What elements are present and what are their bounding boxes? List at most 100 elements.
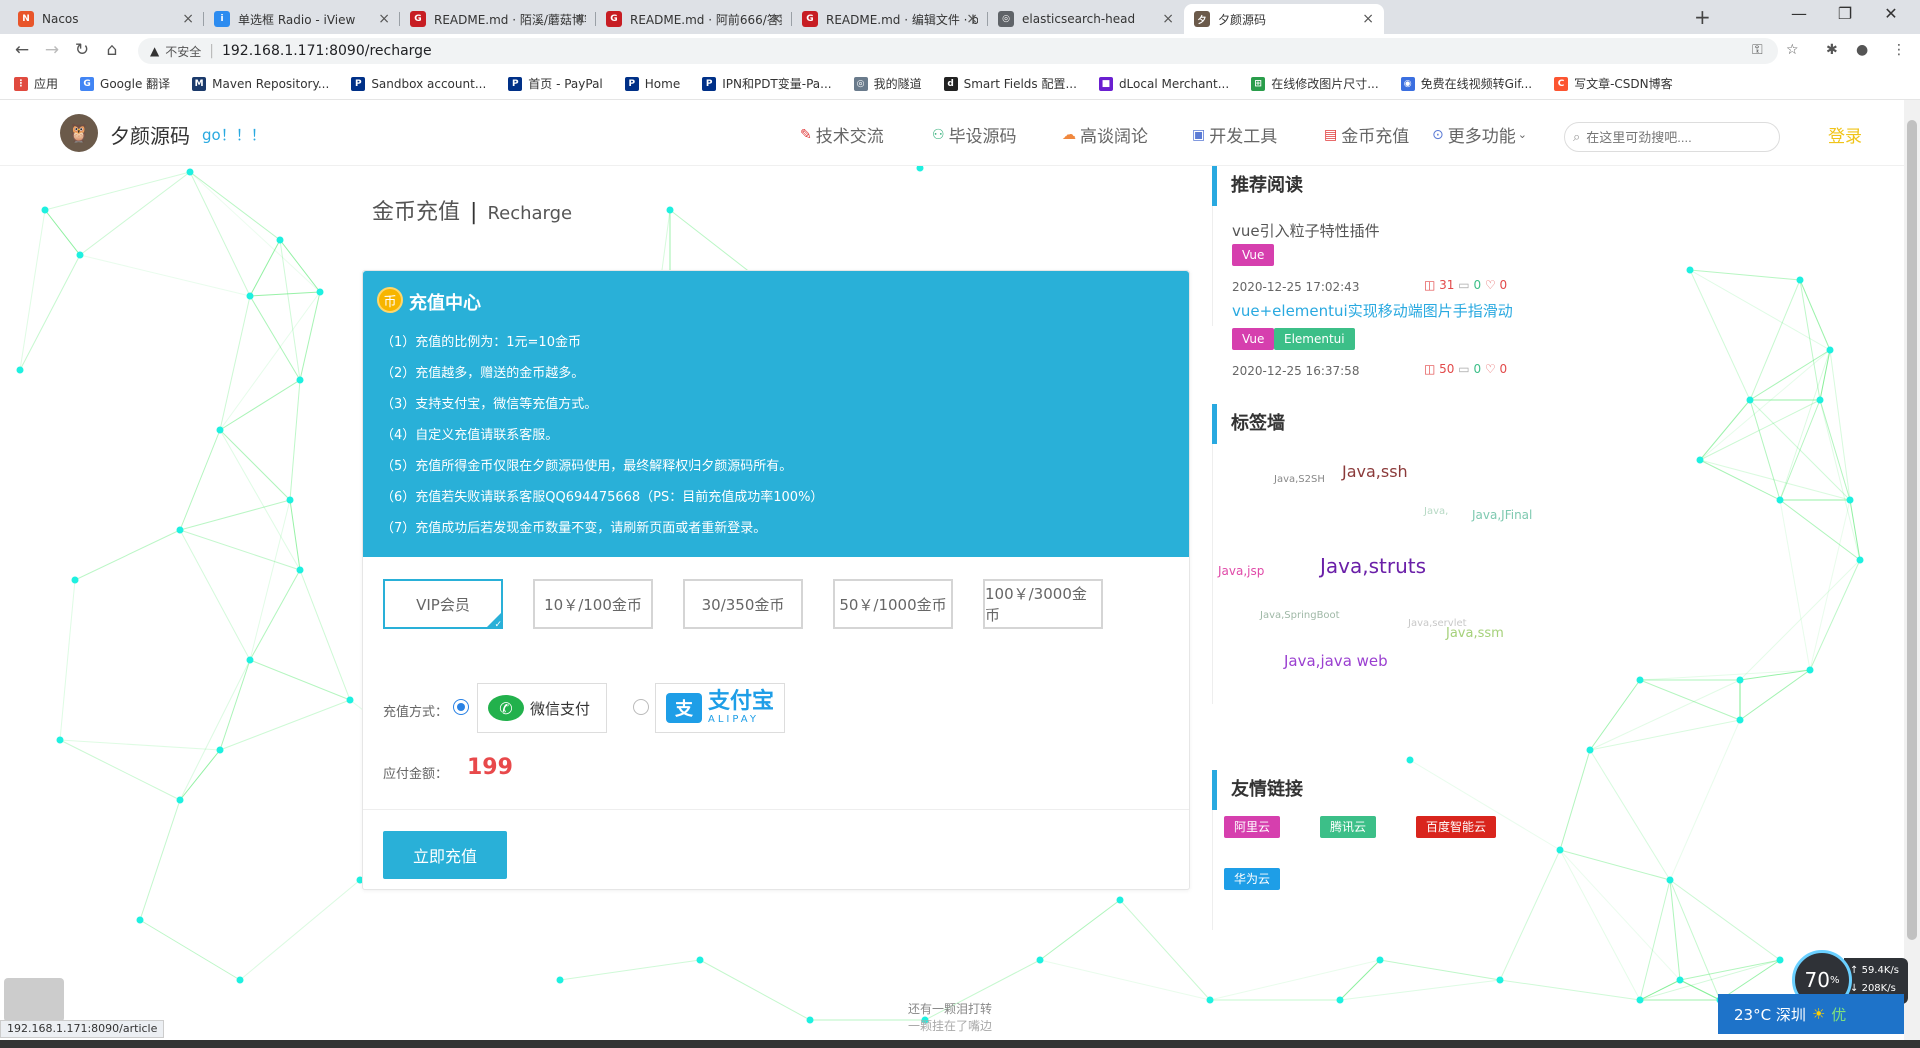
friend-link[interactable]: 百度智能云 [1416,816,1497,838]
article-title[interactable]: vue引入粒子特性插件 [1232,220,1380,241]
avatar[interactable] [4,978,64,1022]
owl-logo-icon[interactable]: 🦉 [60,114,98,152]
browser-tab[interactable]: N Nacos × [8,4,204,34]
bookmark-label: 免费在线视频转Gif... [1420,77,1533,91]
star-icon[interactable]: ☆ [1786,42,1799,58]
close-window-button[interactable]: ✕ [1868,4,1914,23]
tag-cloud-word[interactable]: Java,struts [1320,554,1426,578]
menu-icon[interactable]: ⋮ [1892,42,1906,58]
bookmark-item[interactable]: d Smart Fields 配置... [943,75,1077,92]
home-icon[interactable]: ⌂ [100,40,124,60]
article-tag[interactable]: Vue [1232,328,1275,350]
bookmark-item[interactable]: ⋮ 应用 [14,75,58,92]
nacos-icon: N [18,11,34,27]
page-scrollbar[interactable] [1904,100,1920,1048]
bookmark-item[interactable]: P 首页 - PayPal [508,75,603,92]
like-icon: ♡ [1484,278,1496,292]
close-icon[interactable]: × [966,11,978,27]
reload-icon[interactable]: ↻ [70,40,94,60]
page-title: 金币充值 | Recharge [372,200,573,225]
nav-graduation-code[interactable]: ⚇ 毕设源码 [932,122,1017,148]
nav-label: 更多功能 [1447,127,1516,147]
tag-cloud-word[interactable]: Java,JFinal [1472,508,1532,522]
url-text[interactable]: 192.168.1.171:8090/recharge [222,43,432,59]
key-icon[interactable]: ⚿ [1752,42,1763,58]
alipay-radio[interactable] [633,699,649,715]
bookmark-item[interactable]: P IPN和PDT变量-Pa... [702,75,832,92]
close-icon[interactable]: × [770,11,782,27]
close-icon[interactable]: × [182,11,194,27]
close-icon[interactable]: × [378,11,390,27]
bookmark-item[interactable]: ◎ 我的隧道 [853,75,922,92]
browser-tab[interactable]: G README.md · 陌溪/蘑菇博客 - × [400,4,596,34]
bookmark-item[interactable]: C 写文章-CSDN博客 [1554,75,1673,92]
minimize-button[interactable]: — [1776,4,1822,23]
bookmark-item[interactable]: ■ dLocal Merchant... [1098,76,1229,91]
bookmark-item[interactable]: P Sandbox account... [351,76,486,91]
bookmark-item[interactable]: G Google 翻译 [80,75,170,92]
login-link[interactable]: 登录 [1828,122,1862,147]
nav-coin-recharge[interactable]: ▤ 金币充值 [1324,122,1409,148]
article-title[interactable]: vue+elementui实现移动端图片手指滑动 [1232,300,1513,321]
alipay-option[interactable]: 支 支付宝 ALIPAY [655,683,785,733]
tag-cloud-word[interactable]: Java,S2SH [1274,474,1325,485]
search-input[interactable] [1586,129,1757,145]
owl-icon: 夕 [1194,11,1210,27]
option-vip[interactable]: VIP会员 [383,579,503,630]
site-brand[interactable]: 夕颜源码 [110,120,190,149]
recharge-submit-button[interactable]: 立即充值 [383,831,507,879]
option-30-yuan[interactable]: 30/350金币 [683,579,803,629]
new-tab-button[interactable]: + [1694,5,1711,29]
tag-cloud-word[interactable]: Java, [1424,506,1448,517]
close-icon[interactable]: × [1362,11,1374,27]
eye-icon: ◫ [1424,362,1436,376]
profile-icon[interactable]: ● [1856,42,1868,58]
site-search[interactable]: ⌕ [1564,122,1780,152]
close-icon[interactable]: × [1162,11,1174,27]
friend-link[interactable]: 阿里云 [1224,816,1281,838]
browser-tab[interactable]: G README.md · 编辑文件 · bright × [792,4,988,34]
bookmark-item[interactable]: M Maven Repository... [192,76,329,91]
page-title-en: Recharge [487,203,573,224]
url-bar[interactable]: ▲ 不安全 | 192.168.1.171:8090/recharge [138,38,1778,64]
option-50-yuan[interactable]: 50￥/1000金币 [833,579,953,629]
browser-tab[interactable]: G README.md · 阿前666/答案博客 × [596,4,792,34]
browser-tab-active[interactable]: 夕 夕颜源码 × [1184,4,1384,34]
weather-widget[interactable]: 23°C 深圳 ☀ 优 [1718,994,1904,1034]
wechat-radio[interactable] [453,699,469,715]
option-100-yuan[interactable]: 100￥/3000金币 [983,579,1103,629]
article-tag[interactable]: Elementui [1274,328,1355,350]
footer-line: 一颗挂在了嘴边 [908,1019,993,1033]
tag-cloud-word[interactable]: Java,java web [1284,652,1388,670]
option-label: VIP会员 [416,595,470,614]
restore-button[interactable]: ❐ [1822,4,1868,23]
back-icon[interactable]: ← [10,40,34,60]
friend-link[interactable]: 华为云 [1224,868,1281,890]
bookmark-item[interactable]: ⊞ 在线修改图片尺寸... [1251,75,1379,92]
globe-icon: ◎ [998,11,1014,27]
scrollbar-thumb[interactable] [1907,120,1917,940]
gitee-icon: G [606,11,622,27]
bookmark-icon: G [80,76,95,91]
tag-cloud-word[interactable]: Java,jsp [1218,564,1264,578]
close-icon[interactable]: × [574,11,586,27]
gitee-icon: G [410,11,426,27]
bookmark-item[interactable]: P Home [624,76,680,91]
wechat-pay-option[interactable]: ✆ 微信支付 [477,683,607,733]
article-tag[interactable]: Vue [1232,244,1275,266]
nav-discussion[interactable]: ☁ 高谈阔论 [1062,122,1148,148]
browser-tab[interactable]: ◎ elasticsearch-head × [988,4,1184,34]
forward-icon[interactable]: → [40,40,64,60]
extensions-icon[interactable]: ✱ [1826,42,1838,58]
tag-cloud-word[interactable]: Java,SpringBoot [1260,610,1340,621]
tag-cloud-word[interactable]: Java,ssm [1446,626,1504,641]
nav-more[interactable]: ⊙ 更多功能 ⌄ [1432,122,1527,148]
bookmark-item[interactable]: ◉ 免费在线视频转Gif... [1400,75,1533,92]
nav-tech-exchange[interactable]: ✎ 技术交流 [800,122,884,148]
nav-dev-tools[interactable]: ▣ 开发工具 [1192,122,1277,148]
air-quality: 优 [1831,1005,1847,1024]
friend-link[interactable]: 腾讯云 [1320,816,1377,838]
tag-cloud-word[interactable]: Java,ssh [1342,462,1408,481]
browser-tab[interactable]: i 单选框 Radio - iView × [204,4,400,34]
option-10-yuan[interactable]: 10￥/100金币 [533,579,653,629]
